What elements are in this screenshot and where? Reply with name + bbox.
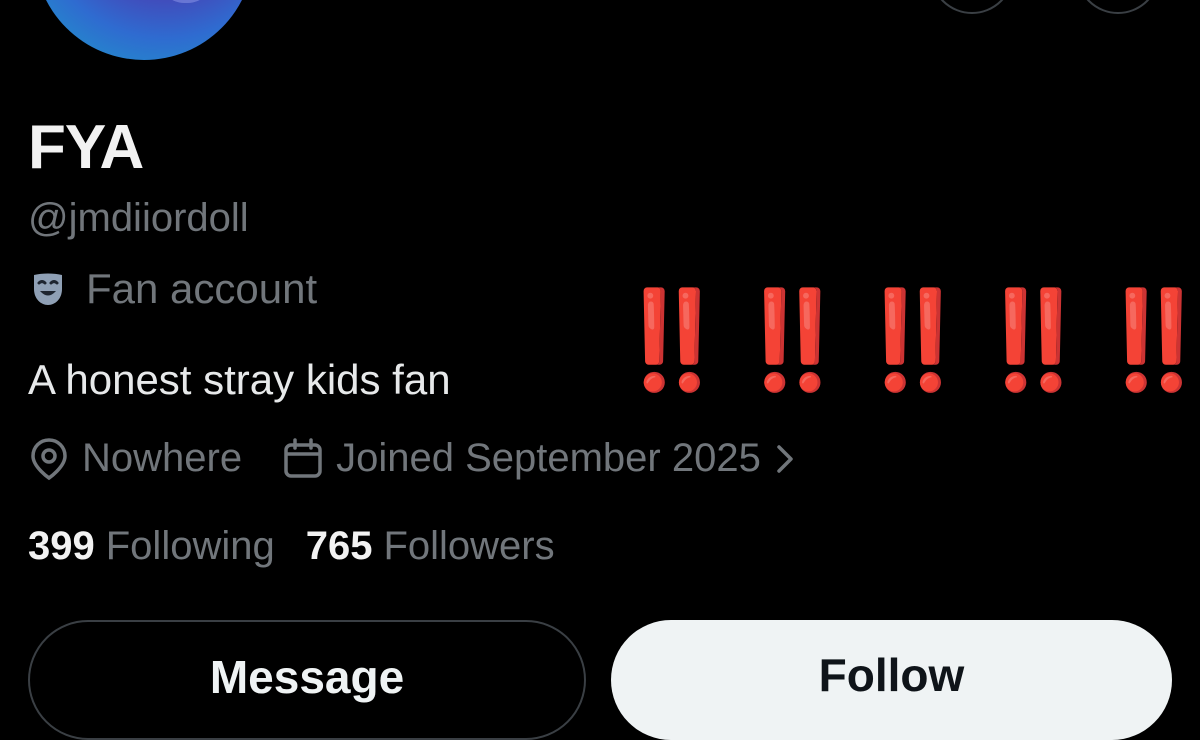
more-options-button[interactable] bbox=[930, 0, 1014, 14]
profile-meta: Nowhere Joined September 2025 bbox=[28, 436, 795, 481]
profile-category: Fan account bbox=[28, 265, 317, 313]
follow-button[interactable]: Follow bbox=[611, 620, 1172, 740]
join-date[interactable]: Joined September 2025 bbox=[242, 436, 795, 481]
display-name: FYA bbox=[28, 113, 144, 182]
username-handle: @jmdiiordoll bbox=[28, 196, 249, 240]
location-label: Nowhere bbox=[82, 436, 243, 480]
calendar-icon bbox=[282, 437, 324, 480]
avatar-image-detail bbox=[160, 0, 212, 3]
followers-link[interactable]: 765 Followers bbox=[306, 524, 555, 569]
followers-count: 765 bbox=[305, 524, 373, 568]
chevron-right-icon bbox=[775, 443, 795, 475]
message-button[interactable]: Message bbox=[28, 620, 586, 740]
exclamation-annotation: ‼️‼️‼️‼️‼️ bbox=[612, 287, 1200, 394]
followers-label: Followers bbox=[383, 524, 555, 568]
location: Nowhere bbox=[28, 436, 242, 481]
follow-stats: 399 Following 765 Followers bbox=[28, 524, 555, 569]
profile-bio: A honest stray kids fan bbox=[28, 356, 451, 403]
following-label: Following bbox=[105, 524, 275, 568]
following-link[interactable]: 399 Following bbox=[28, 524, 275, 569]
profile-category-label: Fan account bbox=[86, 265, 318, 312]
following-count: 399 bbox=[28, 524, 95, 568]
avatar[interactable] bbox=[34, 0, 254, 60]
theater-mask-icon bbox=[28, 269, 68, 309]
join-date-label: Joined September 2025 bbox=[336, 436, 761, 480]
location-pin-icon bbox=[28, 437, 70, 481]
notifications-button[interactable] bbox=[1076, 0, 1160, 14]
